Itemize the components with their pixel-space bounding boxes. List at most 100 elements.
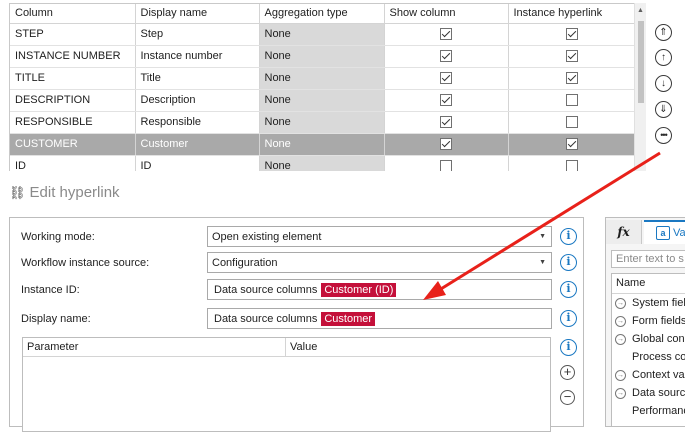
cell-column[interactable]: DESCRIPTION	[10, 89, 136, 112]
cell-display-name[interactable]: Responsible	[135, 111, 260, 134]
list-item[interactable]: → Form fields	[612, 312, 685, 330]
instance-hyperlink-checkbox[interactable]	[566, 72, 578, 85]
move-down-button[interactable]: ↓	[655, 75, 672, 92]
list-item[interactable]: → Data sourc	[612, 384, 685, 402]
cell-aggregation-type[interactable]: None	[259, 155, 385, 171]
parameter-column-header[interactable]: Parameter	[23, 338, 286, 356]
instance-id-info-icon[interactable]: i	[560, 281, 577, 298]
show-column-checkbox[interactable]	[440, 116, 452, 129]
cell-column[interactable]: ID	[10, 155, 136, 171]
side-list-header: Name	[612, 274, 685, 294]
list-item[interactable]: → Global cons	[612, 330, 685, 348]
cell-column[interactable]: CUSTOMER	[10, 133, 136, 156]
cell-show-column	[384, 23, 509, 46]
table-row[interactable]: ID ID None	[10, 155, 634, 171]
show-column-checkbox[interactable]	[440, 50, 452, 63]
show-column-checkbox[interactable]	[440, 94, 452, 107]
cell-display-name[interactable]: Description	[135, 89, 260, 112]
cell-aggregation-type[interactable]: None	[259, 133, 385, 156]
header-column[interactable]: Column	[10, 4, 136, 24]
edit-hyperlink-label: Edit hyperlink	[29, 184, 120, 201]
cell-display-name[interactable]: Title	[135, 67, 260, 90]
show-column-checkbox[interactable]	[440, 72, 452, 85]
cell-display-name[interactable]: Customer	[135, 133, 260, 156]
header-aggregation-type[interactable]: Aggregation type	[259, 4, 385, 24]
list-item[interactable]: Process co	[612, 348, 685, 366]
cell-display-name[interactable]: Instance number	[135, 45, 260, 68]
working-mode-info-icon[interactable]: i	[560, 228, 577, 245]
instance-hyperlink-checkbox[interactable]	[566, 94, 578, 107]
ellipsis-icon: •••	[660, 130, 668, 140]
arrow-down-icon: ↓	[661, 77, 666, 89]
side-search-input[interactable]: Enter text to s	[611, 250, 685, 268]
cell-display-name[interactable]: ID	[135, 155, 260, 171]
table-row[interactable]: DESCRIPTION Description None	[10, 89, 634, 112]
table-row[interactable]: TITLE Title None	[10, 67, 634, 90]
header-show-column[interactable]: Show column	[384, 4, 509, 24]
cell-instance-hyperlink	[508, 23, 634, 46]
table-row[interactable]: STEP Step None	[10, 23, 634, 46]
list-item[interactable]: → Context va	[612, 366, 685, 384]
show-column-checkbox[interactable]	[440, 160, 452, 171]
value-column-header[interactable]: Value	[286, 338, 321, 356]
scroll-up-icon[interactable]: ▲	[637, 7, 644, 14]
expand-arrow-icon: →	[615, 333, 626, 345]
workflow-source-select[interactable]: Configuration ▼	[207, 252, 552, 273]
header-display-name[interactable]: Display name	[135, 4, 260, 24]
cell-instance-hyperlink	[508, 89, 634, 112]
list-item[interactable]: Performanc	[612, 402, 685, 420]
move-up-button[interactable]: ↑	[655, 49, 672, 66]
table-row[interactable]: RESPONSIBLE Responsible None	[10, 111, 634, 134]
cell-aggregation-type[interactable]: None	[259, 111, 385, 134]
instance-hyperlink-checkbox[interactable]	[566, 116, 578, 129]
more-options-button[interactable]: •••	[655, 127, 672, 144]
scroll-thumb[interactable]	[638, 21, 644, 103]
table-row[interactable]: INSTANCE NUMBER Instance number None	[10, 45, 634, 68]
instance-hyperlink-checkbox[interactable]	[566, 138, 578, 151]
list-item-label: Performanc	[632, 405, 685, 417]
cell-column[interactable]: INSTANCE NUMBER	[10, 45, 136, 68]
display-name-info-icon[interactable]: i	[560, 310, 577, 327]
cell-aggregation-type[interactable]: None	[259, 45, 385, 68]
move-to-bottom-button[interactable]: ⇓	[655, 101, 672, 118]
parameters-info-icon[interactable]: i	[560, 339, 577, 356]
show-column-checkbox[interactable]	[440, 28, 452, 41]
header-instance-hyperlink[interactable]: Instance hyperlink	[508, 4, 634, 24]
parameters-table: Parameter Value	[22, 337, 551, 432]
workflow-source-value: Configuration	[212, 256, 278, 269]
move-to-top-button[interactable]: ⇑	[655, 24, 672, 41]
list-item[interactable]: → System fiel	[612, 294, 685, 312]
workflow-source-info-icon[interactable]: i	[560, 254, 577, 271]
display-name-token-source: Data source columns	[214, 312, 318, 325]
display-name-token-value[interactable]: Customer	[321, 311, 376, 326]
instance-hyperlink-checkbox[interactable]	[566, 50, 578, 63]
table-row[interactable]: CUSTOMER Customer None	[10, 133, 634, 156]
display-name-field[interactable]: Data source columns Customer	[207, 308, 552, 329]
show-column-checkbox[interactable]	[440, 138, 452, 151]
cell-display-name[interactable]: Step	[135, 23, 260, 46]
double-arrow-down-icon: ⇓	[659, 103, 668, 115]
cell-show-column	[384, 111, 509, 134]
minus-icon: −	[563, 389, 572, 404]
display-name-label: Display name:	[21, 313, 91, 325]
instance-id-token-value[interactable]: Customer (ID)	[321, 282, 397, 297]
cell-aggregation-type[interactable]: None	[259, 89, 385, 112]
cell-column[interactable]: RESPONSIBLE	[10, 111, 136, 134]
tab-values[interactable]: a Va	[644, 220, 685, 244]
tab-functions[interactable]: fx	[606, 220, 642, 244]
cell-column[interactable]: TITLE	[10, 67, 136, 90]
instance-hyperlink-checkbox[interactable]	[566, 28, 578, 41]
side-search-placeholder: Enter text to s	[616, 253, 684, 265]
cell-aggregation-type[interactable]: None	[259, 23, 385, 46]
working-mode-select[interactable]: Open existing element ▼	[207, 226, 552, 247]
instance-hyperlink-checkbox[interactable]	[566, 160, 578, 171]
side-list: Name → System fiel → Form fields → Global con…	[611, 273, 685, 426]
cell-show-column	[384, 133, 509, 156]
cell-column[interactable]: STEP	[10, 23, 136, 46]
list-item-label: Global cons	[632, 333, 685, 345]
add-parameter-button[interactable]: +	[560, 365, 575, 380]
grid-scrollbar[interactable]: ▲	[634, 3, 646, 171]
remove-parameter-button[interactable]: −	[560, 390, 575, 405]
instance-id-field[interactable]: Data source columns Customer (ID)	[207, 279, 552, 300]
cell-aggregation-type[interactable]: None	[259, 67, 385, 90]
